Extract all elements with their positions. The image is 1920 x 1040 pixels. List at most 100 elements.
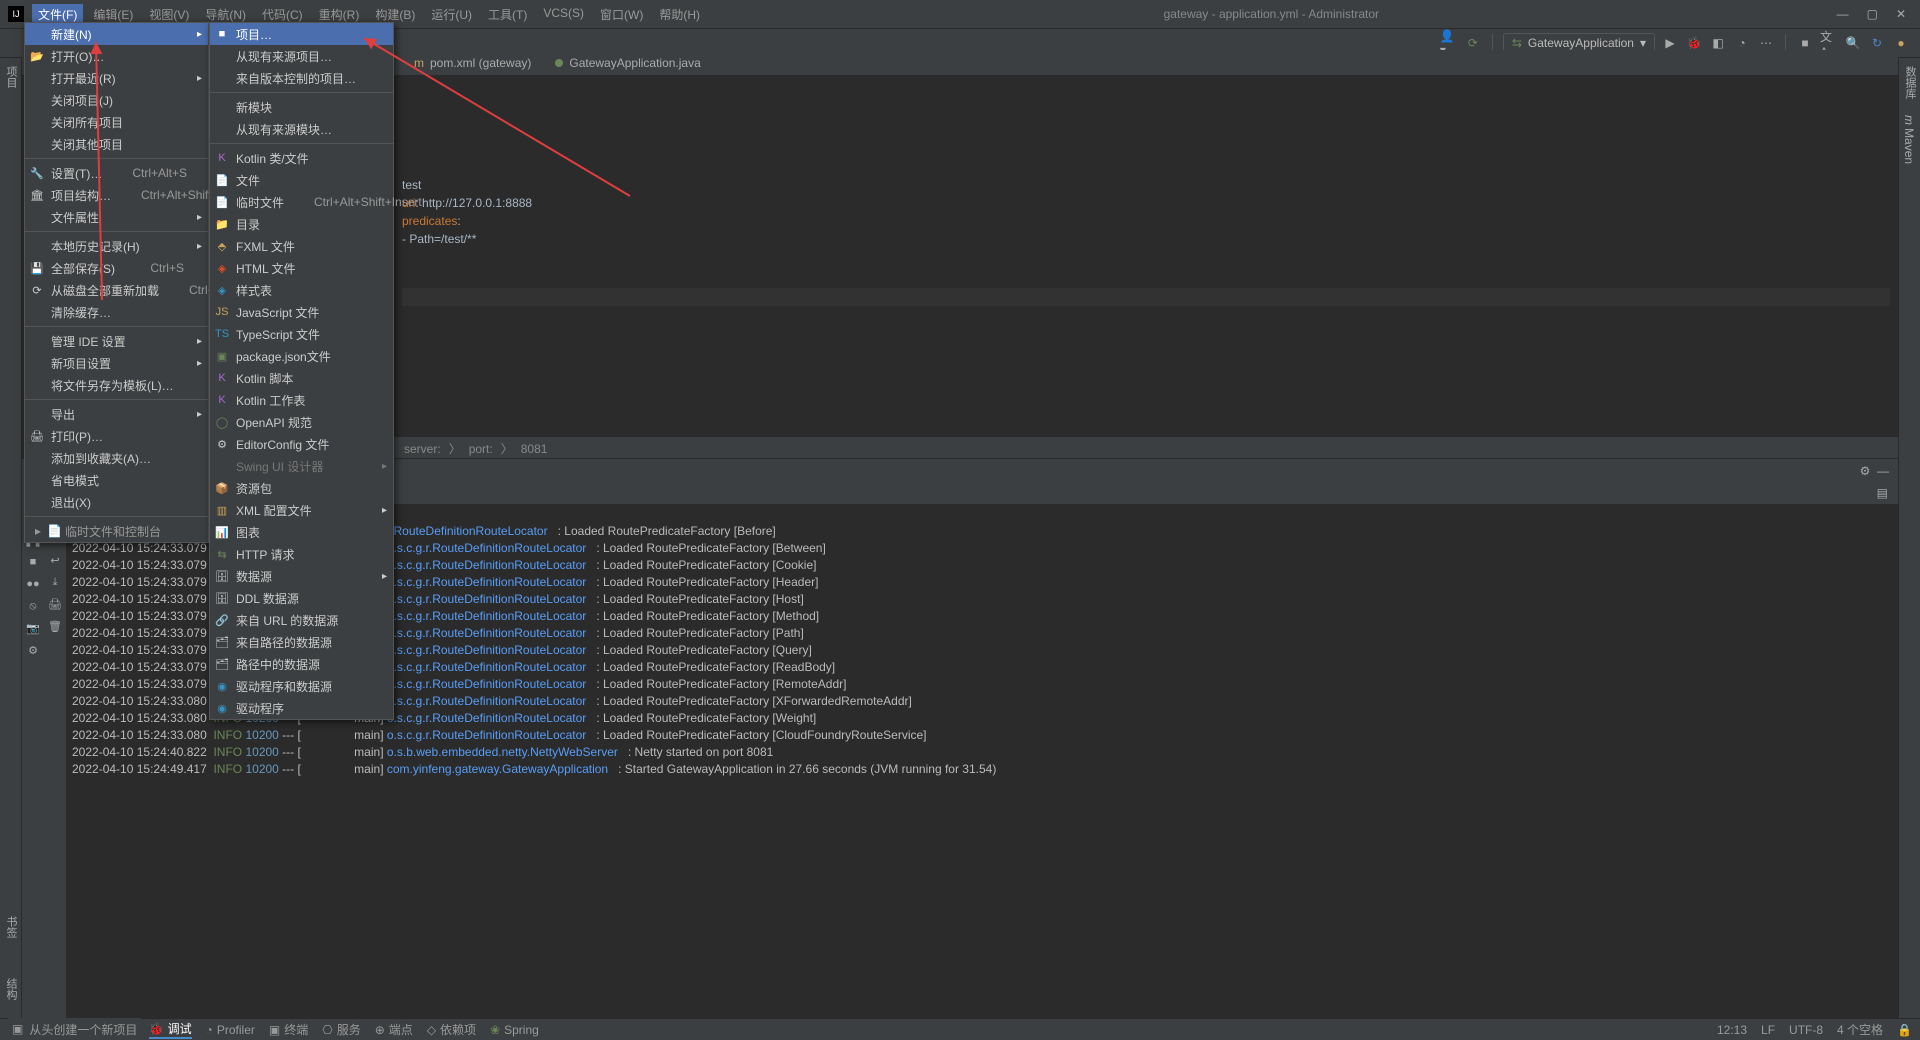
status-terminal[interactable]: ▣ 终端 — [269, 1021, 308, 1038]
status-le[interactable]: LF — [1761, 1023, 1775, 1037]
new-swing[interactable]: Swing UI 设计器▸ — [210, 455, 393, 477]
stop-debug-icon[interactable]: ■ — [25, 554, 41, 570]
new-chart[interactable]: 📊图表 — [210, 521, 393, 543]
soft-wrap-icon[interactable]: ↩ — [47, 552, 63, 568]
new-openapi[interactable]: ◯OpenAPI 规范 — [210, 411, 393, 433]
status-pos: 12:13 — [1717, 1023, 1747, 1037]
file-open[interactable]: 📂打开(O)… — [25, 45, 208, 67]
clear-icon[interactable]: 🗑 — [47, 618, 63, 634]
file-new[interactable]: 新建(N)▸ — [25, 23, 208, 45]
minimize-tool-icon[interactable]: — — [1874, 462, 1892, 480]
new-path-ds2[interactable]: 🗂路径中的数据源 — [210, 653, 393, 675]
new-css[interactable]: ◈样式表 — [210, 279, 393, 301]
file-settings[interactable]: 🔧设置(T)…Ctrl+Alt+S — [25, 162, 208, 184]
new-driver[interactable]: ◉驱动程序 — [210, 697, 393, 719]
file-properties[interactable]: 文件属性▸ — [25, 206, 208, 228]
new-bundle[interactable]: 📦资源包 — [210, 477, 393, 499]
status-profiler[interactable]: ◔ Profiler — [206, 1023, 255, 1037]
new-path-ds[interactable]: 🗂来自路径的数据源 — [210, 631, 393, 653]
new-scratch[interactable]: 📄临时文件Ctrl+Alt+Shift+Insert — [210, 191, 393, 213]
file-reload[interactable]: ⟳从磁盘全部重新加载Ctrl+Alt+Y — [25, 279, 208, 301]
mute-breakpoints-icon[interactable]: ⦸ — [25, 598, 41, 614]
editor[interactable]: test uri: http://127.0.0.1:8888 predicat… — [394, 76, 1898, 470]
new-http[interactable]: ⇆HTTP 请求 — [210, 543, 393, 565]
menu-window[interactable]: 窗口(W) — [594, 4, 649, 25]
status-spring[interactable]: ❀ Spring — [490, 1023, 539, 1037]
file-clear-cache[interactable]: 清除缓存… — [25, 301, 208, 323]
file-local-history[interactable]: 本地历史记录(H)▸ — [25, 235, 208, 257]
file-ide-settings[interactable]: 管理 IDE 设置▸ — [25, 330, 208, 352]
layout-icon[interactable]: ▤ — [1867, 483, 1898, 503]
gear-icon[interactable]: ⚙ — [1856, 462, 1874, 480]
menu-vcs[interactable]: VCS(S) — [537, 4, 590, 25]
window-title: gateway - application.yml - Administrato… — [706, 7, 1837, 21]
new-kotlin-class[interactable]: KKotlin 类/文件 — [210, 147, 393, 169]
file-recent[interactable]: 打开最近(R)▸ — [25, 67, 208, 89]
file-power-save[interactable]: 省电模式 — [25, 469, 208, 491]
menu-help[interactable]: 帮助(H) — [653, 4, 706, 25]
tool-bookmarks-tab[interactable]: 书签 — [0, 908, 22, 946]
file-close-all[interactable]: 关闭所有项目 — [25, 111, 208, 133]
file-close-other[interactable]: 关闭其他项目 — [25, 133, 208, 155]
new-xml-config[interactable]: ▥XML 配置文件▸ — [210, 499, 393, 521]
new-ddl[interactable]: 🗄DDL 数据源 — [210, 587, 393, 609]
print-icon[interactable]: 🖨 — [47, 596, 63, 612]
new-editorconfig[interactable]: ⚙EditorConfig 文件 — [210, 433, 393, 455]
file-close-project[interactable]: 关闭项目(J) — [25, 89, 208, 111]
new-datasource[interactable]: 🗄数据源▸ — [210, 565, 393, 587]
new-html[interactable]: ◈HTML 文件 — [210, 257, 393, 279]
close-icon[interactable]: ✕ — [1896, 7, 1906, 21]
new-directory[interactable]: 📁目录 — [210, 213, 393, 235]
file-project-structure[interactable]: 🏛项目结构…Ctrl+Alt+Shift+S — [25, 184, 208, 206]
maximize-icon[interactable]: ▢ — [1867, 7, 1878, 21]
file-export[interactable]: 导出▸ — [25, 403, 208, 425]
menu-tools[interactable]: 工具(T) — [482, 4, 533, 25]
new-driver-ds[interactable]: ◉驱动程序和数据源 — [210, 675, 393, 697]
settings-icon[interactable]: ⚙ — [25, 642, 41, 658]
new-module[interactable]: 新模块 — [210, 96, 393, 118]
console-side-actions: ↑ ↓ ↩ ⤓ 🖨 🗑 — [44, 504, 66, 1018]
file-exit[interactable]: 退出(X) — [25, 491, 208, 513]
tool-structure-tab[interactable]: 结构 — [0, 970, 22, 1008]
tab-pom[interactable]: mpom.xml (gateway) — [402, 51, 543, 75]
new-url-ds[interactable]: 🔗来自 URL 的数据源 — [210, 609, 393, 631]
new-kotlin-script[interactable]: KKotlin 脚本 — [210, 367, 393, 389]
status-deps[interactable]: ◇ 依赖项 — [427, 1021, 476, 1038]
new-kotlin-ws[interactable]: KKotlin 工作表 — [210, 389, 393, 411]
tool-database-tab[interactable]: 数据库 — [1899, 58, 1920, 107]
status-debug[interactable]: 🐞 调试 — [149, 1020, 192, 1039]
file-dropdown: 新建(N)▸ 📂打开(O)… 打开最近(R)▸ 关闭项目(J) 关闭所有项目 关… — [24, 22, 209, 543]
scroll-end-icon[interactable]: ⤓ — [47, 574, 63, 590]
new-fxml[interactable]: ⬘FXML 文件 — [210, 235, 393, 257]
new-js[interactable]: JSJavaScript 文件 — [210, 301, 393, 323]
minimize-icon[interactable]: — — [1837, 7, 1849, 21]
menu-run[interactable]: 运行(U) — [425, 4, 478, 25]
file-print[interactable]: 🖨打印(P)… — [25, 425, 208, 447]
file-save-all[interactable]: 💾全部保存(S)Ctrl+S — [25, 257, 208, 279]
crumb-item[interactable]: 8081 — [521, 442, 548, 456]
tool-maven-tab[interactable]: m Maven — [1899, 107, 1919, 172]
status-lock-icon[interactable]: 🔒 — [1897, 1023, 1912, 1037]
status-enc[interactable]: UTF-8 — [1789, 1023, 1823, 1037]
status-hint: ▣ 从头创建一个新项目 — [8, 1018, 141, 1040]
tool-project-tab[interactable]: 项目 — [0, 58, 22, 96]
crumb-item[interactable]: port: — [469, 442, 493, 456]
new-module-existing[interactable]: 从现有来源模块… — [210, 118, 393, 140]
status-services[interactable]: ⎔ 服务 — [322, 1021, 361, 1038]
tree-scratch[interactable]: ▸📄临时文件和控制台 — [25, 520, 208, 542]
file-favorites[interactable]: 添加到收藏夹(A)… — [25, 447, 208, 469]
tab-java[interactable]: GatewayApplication.java — [543, 51, 712, 75]
file-new-project-settings[interactable]: 新项目设置▸ — [25, 352, 208, 374]
camera-icon[interactable]: 📷 — [25, 620, 41, 636]
status-endpoints[interactable]: ⊕ 端点 — [375, 1021, 413, 1038]
new-project[interactable]: ■项目… — [210, 23, 393, 45]
new-from-vcs[interactable]: 来自版本控制的项目… — [210, 67, 393, 89]
new-package-json[interactable]: ▣package.json文件 — [210, 345, 393, 367]
status-indent[interactable]: 4 个空格 — [1837, 1021, 1883, 1038]
new-file[interactable]: 📄文件 — [210, 169, 393, 191]
new-ts[interactable]: TSTypeScript 文件 — [210, 323, 393, 345]
file-save-template[interactable]: 将文件另存为模板(L)… — [25, 374, 208, 396]
new-from-existing[interactable]: 从现有来源项目… — [210, 45, 393, 67]
crumb-item[interactable]: server: — [404, 442, 441, 456]
view-breakpoints-icon[interactable]: ●● — [25, 576, 41, 592]
